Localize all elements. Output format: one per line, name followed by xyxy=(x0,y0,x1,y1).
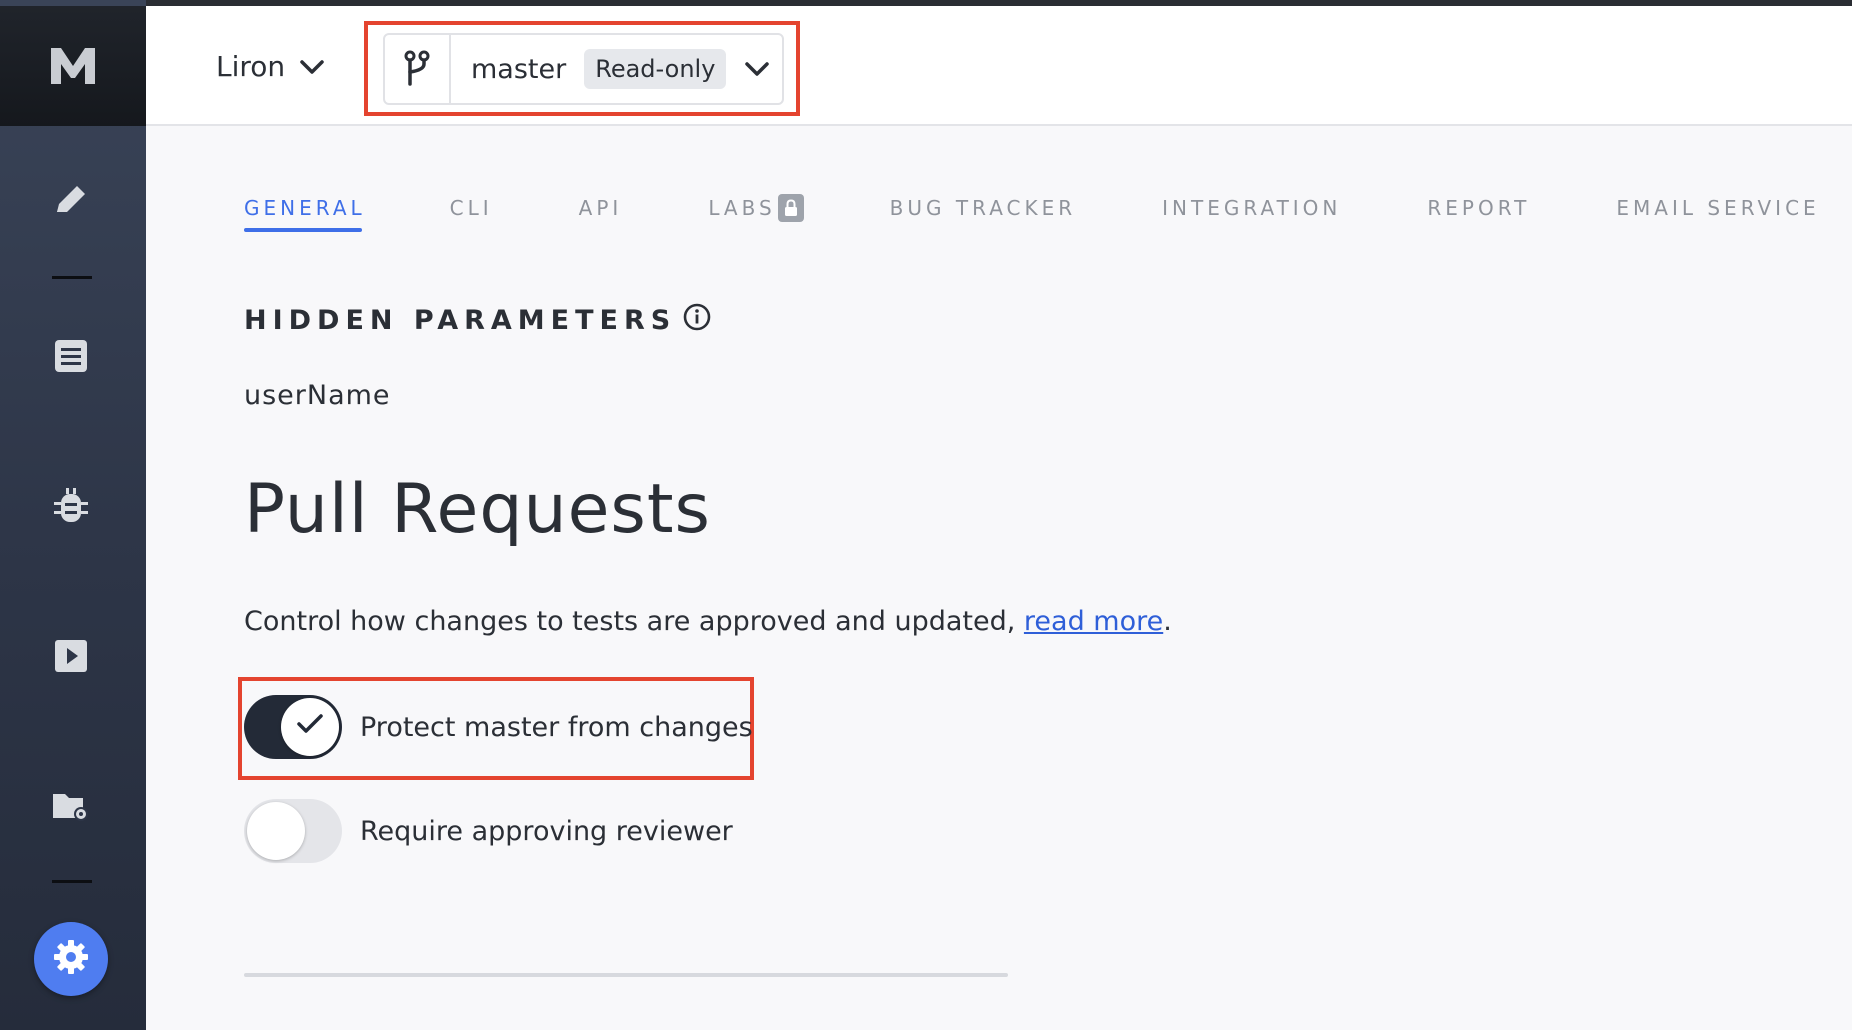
pull-requests-heading: Pull Requests xyxy=(244,470,711,549)
tab-cli[interactable]: CLI xyxy=(450,196,493,220)
bug-icon[interactable] xyxy=(48,483,94,529)
tab-bug-tracker[interactable]: BUG TRACKER xyxy=(890,196,1076,220)
tab-email-service[interactable]: EMAIL SERVICE xyxy=(1616,196,1819,220)
project-selector[interactable]: Liron xyxy=(216,44,325,88)
require-reviewer-row: Require approving reviewer xyxy=(244,799,733,863)
settings-tabs: GENERAL CLI API LABS BUG TRACKER INTEGRA… xyxy=(244,186,1820,232)
top-header: Liron master Read-only xyxy=(146,6,1852,126)
branch-icon xyxy=(385,35,451,103)
tab-labs[interactable]: LABS xyxy=(708,194,804,222)
pencil-icon[interactable] xyxy=(48,177,94,223)
protect-master-label: Protect master from changes xyxy=(360,711,753,743)
branch-selector[interactable]: master Read-only xyxy=(383,33,784,105)
play-icon[interactable] xyxy=(48,633,94,679)
read-only-badge: Read-only xyxy=(584,49,727,89)
settings-button[interactable] xyxy=(34,922,108,996)
hidden-parameters-title: HIDDEN PARAMETERS xyxy=(244,302,712,339)
sidebar-separator xyxy=(52,880,92,883)
pull-requests-description: Control how changes to tests are approve… xyxy=(244,606,1172,637)
hidden-parameter-item: userName xyxy=(244,380,391,411)
folder-settings-icon[interactable] xyxy=(48,783,94,829)
require-reviewer-label: Require approving reviewer xyxy=(360,815,733,847)
tab-general[interactable]: GENERAL xyxy=(244,196,366,232)
branch-name: master xyxy=(471,53,567,85)
project-name: Liron xyxy=(216,49,286,83)
info-icon[interactable] xyxy=(682,302,712,339)
sidebar-separator xyxy=(52,276,92,279)
tab-integration[interactable]: INTEGRATION xyxy=(1162,196,1341,220)
chevron-down-icon xyxy=(744,60,770,78)
toggle-knob xyxy=(247,802,305,860)
tab-api[interactable]: API xyxy=(579,196,623,220)
chevron-down-icon xyxy=(299,50,325,83)
list-icon[interactable] xyxy=(48,333,94,379)
protect-master-toggle[interactable] xyxy=(244,695,342,759)
toggle-knob xyxy=(281,698,339,756)
sidebar xyxy=(0,0,146,1030)
tab-report[interactable]: REPORT xyxy=(1427,196,1530,220)
read-more-link[interactable]: read more xyxy=(1024,606,1163,637)
protect-master-row: Protect master from changes xyxy=(244,695,753,759)
check-icon xyxy=(295,712,325,743)
logo-icon[interactable] xyxy=(0,6,146,126)
gear-icon xyxy=(51,937,91,981)
lock-icon xyxy=(777,194,804,222)
section-divider xyxy=(244,973,1008,977)
require-reviewer-toggle[interactable] xyxy=(244,799,342,863)
